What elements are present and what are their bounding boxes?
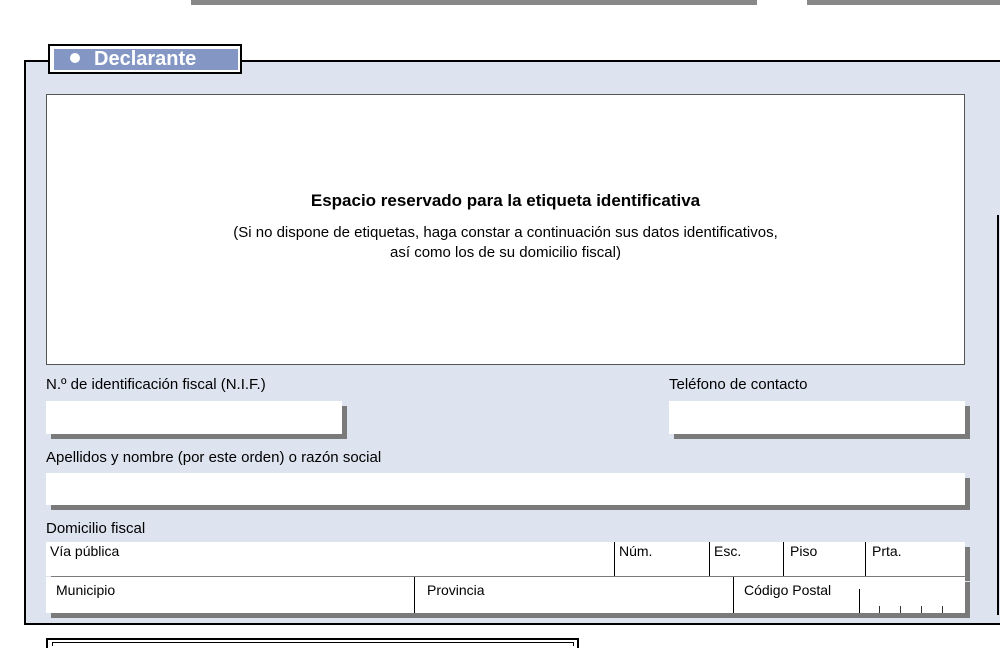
- municipio-label: Municipio: [56, 582, 116, 598]
- next-section-inner-frame: [52, 642, 574, 646]
- provincia-cell[interactable]: Provincia: [414, 577, 733, 613]
- phone-field[interactable]: [669, 401, 965, 434]
- postal-tick: [879, 606, 880, 613]
- phone-label: Teléfono de contacto: [669, 376, 808, 393]
- escalera-cell[interactable]: Esc.: [709, 542, 783, 576]
- right-margin-rule: [997, 215, 999, 615]
- name-label: Apellidos y nombre (por este orden) o ra…: [46, 449, 382, 466]
- address-title: Domicilio fiscal: [46, 520, 146, 537]
- section-title-bar: Declarante: [54, 49, 238, 70]
- postal-tick: [942, 606, 943, 613]
- label-area-note-line1: (Si no dispone de etiquetas, haga consta…: [233, 224, 778, 241]
- numero-label: Núm.: [619, 543, 653, 559]
- puerta-cell[interactable]: Prta.: [865, 542, 965, 576]
- name-field[interactable]: [46, 473, 965, 505]
- nif-field[interactable]: [46, 401, 342, 434]
- codigo-postal-label: Código Postal: [744, 582, 832, 598]
- via-publica-label: Vía pública: [50, 543, 120, 559]
- header-rule-right: [807, 0, 1000, 5]
- header-rule-left: [191, 0, 757, 5]
- postal-tick: [900, 606, 901, 613]
- piso-cell[interactable]: Piso: [783, 542, 865, 576]
- codigo-postal-cell[interactable]: Código Postal: [733, 577, 965, 613]
- nif-label: N.º de identificación fiscal (N.I.F.): [46, 376, 266, 393]
- piso-label: Piso: [790, 543, 818, 559]
- label-area-note: (Si no dispone de etiquetas, haga consta…: [47, 223, 964, 263]
- address-row-2: Municipio Provincia Código Postal: [46, 577, 965, 613]
- section-tab: Declarante: [48, 44, 242, 74]
- puerta-label: Prta.: [872, 543, 902, 559]
- via-publica-input[interactable]: [46, 560, 606, 576]
- label-reserved-area: Espacio reservado para la etiqueta ident…: [46, 94, 965, 365]
- label-area-title: Espacio reservado para la etiqueta ident…: [310, 191, 701, 210]
- escalera-label: Esc.: [714, 543, 742, 559]
- label-area-note-line2: así como los de su domicilio fiscal): [390, 244, 621, 261]
- postal-tick: [921, 606, 922, 613]
- bullet-icon: [70, 53, 80, 63]
- provincia-label: Provincia: [427, 582, 485, 598]
- numero-cell[interactable]: Núm.: [614, 542, 709, 576]
- postal-code-boxes[interactable]: [859, 589, 949, 613]
- section-title: Declarante: [94, 48, 197, 70]
